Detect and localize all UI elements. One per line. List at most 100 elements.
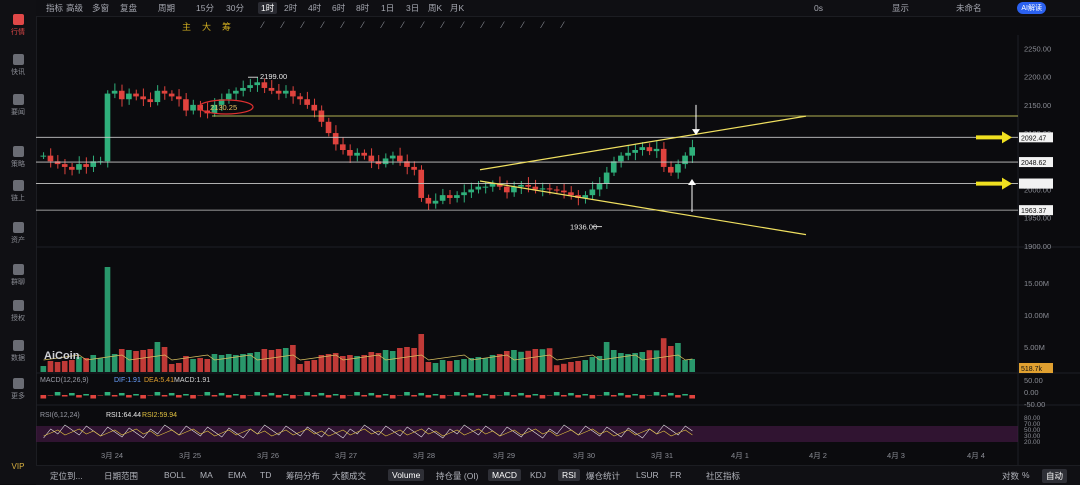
sidebar-item-4[interactable]: 链上 xyxy=(0,180,36,203)
trend-line-lower xyxy=(479,180,807,236)
sidebar-item-3[interactable]: 策略 xyxy=(0,146,36,169)
sidebar-item-1[interactable]: 快讯 xyxy=(0,54,36,77)
scale-option-1[interactable]: % xyxy=(1022,470,1030,480)
sidebar-item-10[interactable]: VIP xyxy=(0,462,36,471)
period-7[interactable]: 1时 xyxy=(258,2,278,14)
indicator-3[interactable]: MA xyxy=(200,470,213,480)
drawing-tool-icon[interactable]: ⁄ xyxy=(262,20,264,30)
period-4[interactable]: 周期 xyxy=(158,2,175,14)
candle xyxy=(268,87,275,91)
period-0[interactable]: 指标 xyxy=(46,2,63,14)
drawing-tool-icon[interactable]: ⁄ xyxy=(502,20,504,30)
indicator-1[interactable]: 日期范围 xyxy=(104,470,138,482)
indicator-2[interactable]: BOLL xyxy=(164,470,186,480)
sidebar-item-9[interactable]: 更多 xyxy=(0,378,36,401)
macd-bar xyxy=(418,393,425,396)
period-10[interactable]: 6时 xyxy=(332,2,345,14)
indicator-12[interactable]: RSI xyxy=(558,469,581,481)
indicator-5[interactable]: TD xyxy=(260,470,271,480)
period-1[interactable]: 高级 xyxy=(66,2,83,14)
period-15[interactable]: 月K xyxy=(450,2,464,14)
period-12[interactable]: 1日 xyxy=(381,2,394,14)
indicator-15[interactable]: FR xyxy=(670,470,681,480)
period-6[interactable]: 30分 xyxy=(226,2,244,14)
indicator-7[interactable]: 大额成交 xyxy=(332,470,366,482)
sidebar-item-6[interactable]: 群聊 xyxy=(0,264,36,287)
volume-bar xyxy=(582,360,589,372)
overlay-0[interactable]: 主 xyxy=(182,20,191,33)
indicator-11[interactable]: KDJ xyxy=(530,470,546,480)
topbar-unread[interactable]: 未命名 xyxy=(956,2,982,14)
drawing-tool-icon[interactable]: ⁄ xyxy=(482,20,484,30)
topbar-display[interactable]: 显示 xyxy=(892,2,909,14)
x-tick: 3月 29 xyxy=(493,451,515,460)
candle xyxy=(397,155,403,162)
macd-bar xyxy=(304,392,310,396)
drawing-tool-icon[interactable]: ⁄ xyxy=(402,20,404,30)
indicator-4[interactable]: EMA xyxy=(228,470,246,480)
volume-bar xyxy=(482,358,489,372)
drawing-tool-icon[interactable]: ⁄ xyxy=(562,20,564,30)
macd-bar xyxy=(397,395,403,396)
drawing-tool-icon[interactable]: ⁄ xyxy=(302,20,304,30)
indicator-16[interactable]: 社区指标 xyxy=(706,470,740,482)
sidebar-item-0[interactable]: 行情 xyxy=(0,14,36,37)
candle xyxy=(233,90,239,94)
drawing-tool-icon[interactable]: ⁄ xyxy=(522,20,524,30)
period-9[interactable]: 4时 xyxy=(308,2,321,14)
period-11[interactable]: 8时 xyxy=(356,2,369,14)
price-chart[interactable]: 2250.002200.002150.002100.002050.002000.… xyxy=(36,35,1080,465)
macd-bar xyxy=(618,393,624,396)
rsi1-value: RSI1:64.44 xyxy=(106,412,141,419)
volume-bar xyxy=(154,342,161,372)
overlay-2[interactable]: 筹 xyxy=(222,20,231,33)
period-8[interactable]: 2时 xyxy=(284,2,297,14)
overlay-1[interactable]: 大 xyxy=(202,20,211,33)
candle xyxy=(596,183,603,190)
indicator-9[interactable]: 持仓量 (OI) xyxy=(436,470,479,482)
drawing-tool-icon[interactable]: ⁄ xyxy=(442,20,444,30)
scale-option-0[interactable]: 对数 xyxy=(1002,470,1019,482)
ai-badge[interactable]: AI解读 xyxy=(1017,2,1046,14)
candle xyxy=(83,164,89,167)
candle xyxy=(190,104,196,111)
drawing-tool-icon[interactable]: ⁄ xyxy=(422,20,424,30)
macd-label: MACD(12,26,9) xyxy=(40,377,89,384)
macd-dea: DEA:5.41 xyxy=(144,377,174,384)
candle xyxy=(282,90,289,94)
drawing-tool-icon[interactable]: ⁄ xyxy=(362,20,364,30)
period-2[interactable]: 多窗 xyxy=(92,2,109,14)
period-13[interactable]: 3日 xyxy=(406,2,419,14)
sidebar-item-5[interactable]: 资产 xyxy=(0,222,36,245)
top-toolbar: 指标 高级 多窗 复盘 周期 15分 30分 1时 2时 4时 6时 8时 1日 3日 周K 月K 0s 显示 未命… xyxy=(36,0,1080,17)
volume-tick: 5.00M xyxy=(1024,343,1045,352)
sidebar-item-8[interactable]: 数据 xyxy=(0,340,36,363)
topbar-timer[interactable]: 0s xyxy=(814,2,823,14)
candle xyxy=(175,96,182,100)
period-3[interactable]: 复盘 xyxy=(120,2,137,14)
indicator-14[interactable]: LSUR xyxy=(636,470,659,480)
indicator-8[interactable]: Volume xyxy=(388,469,425,481)
macd-bar xyxy=(468,393,474,396)
period-14[interactable]: 周K xyxy=(428,2,442,14)
sidebar-item-2[interactable]: 要闻 xyxy=(0,94,36,117)
period-5[interactable]: 15分 xyxy=(196,2,214,14)
indicator-6[interactable]: 筹码分布 xyxy=(286,470,320,482)
drawing-tool-icon[interactable]: ⁄ xyxy=(282,20,284,30)
drawing-tool-icon[interactable]: ⁄ xyxy=(342,20,344,30)
sidebar-item-label: 策略 xyxy=(11,161,25,168)
strategy-icon xyxy=(12,146,24,157)
scale-option-2[interactable]: 自动 xyxy=(1042,469,1068,483)
drawing-tool-icon[interactable]: ⁄ xyxy=(382,20,384,30)
macd-bar xyxy=(404,392,410,396)
sidebar-item-7[interactable]: 授权 xyxy=(0,300,36,323)
indicator-13[interactable]: 爆仓统计 xyxy=(586,470,620,482)
candle xyxy=(297,96,303,100)
drawing-tool-icon[interactable]: ⁄ xyxy=(542,20,544,30)
x-tick: 3月 26 xyxy=(257,451,279,460)
drawing-tool-icon[interactable]: ⁄ xyxy=(462,20,464,30)
drawing-tool-icon[interactable]: ⁄ xyxy=(322,20,324,30)
candle xyxy=(40,155,47,157)
indicator-10[interactable]: MACD xyxy=(488,469,522,481)
indicator-0[interactable]: 定位到... xyxy=(50,470,83,482)
